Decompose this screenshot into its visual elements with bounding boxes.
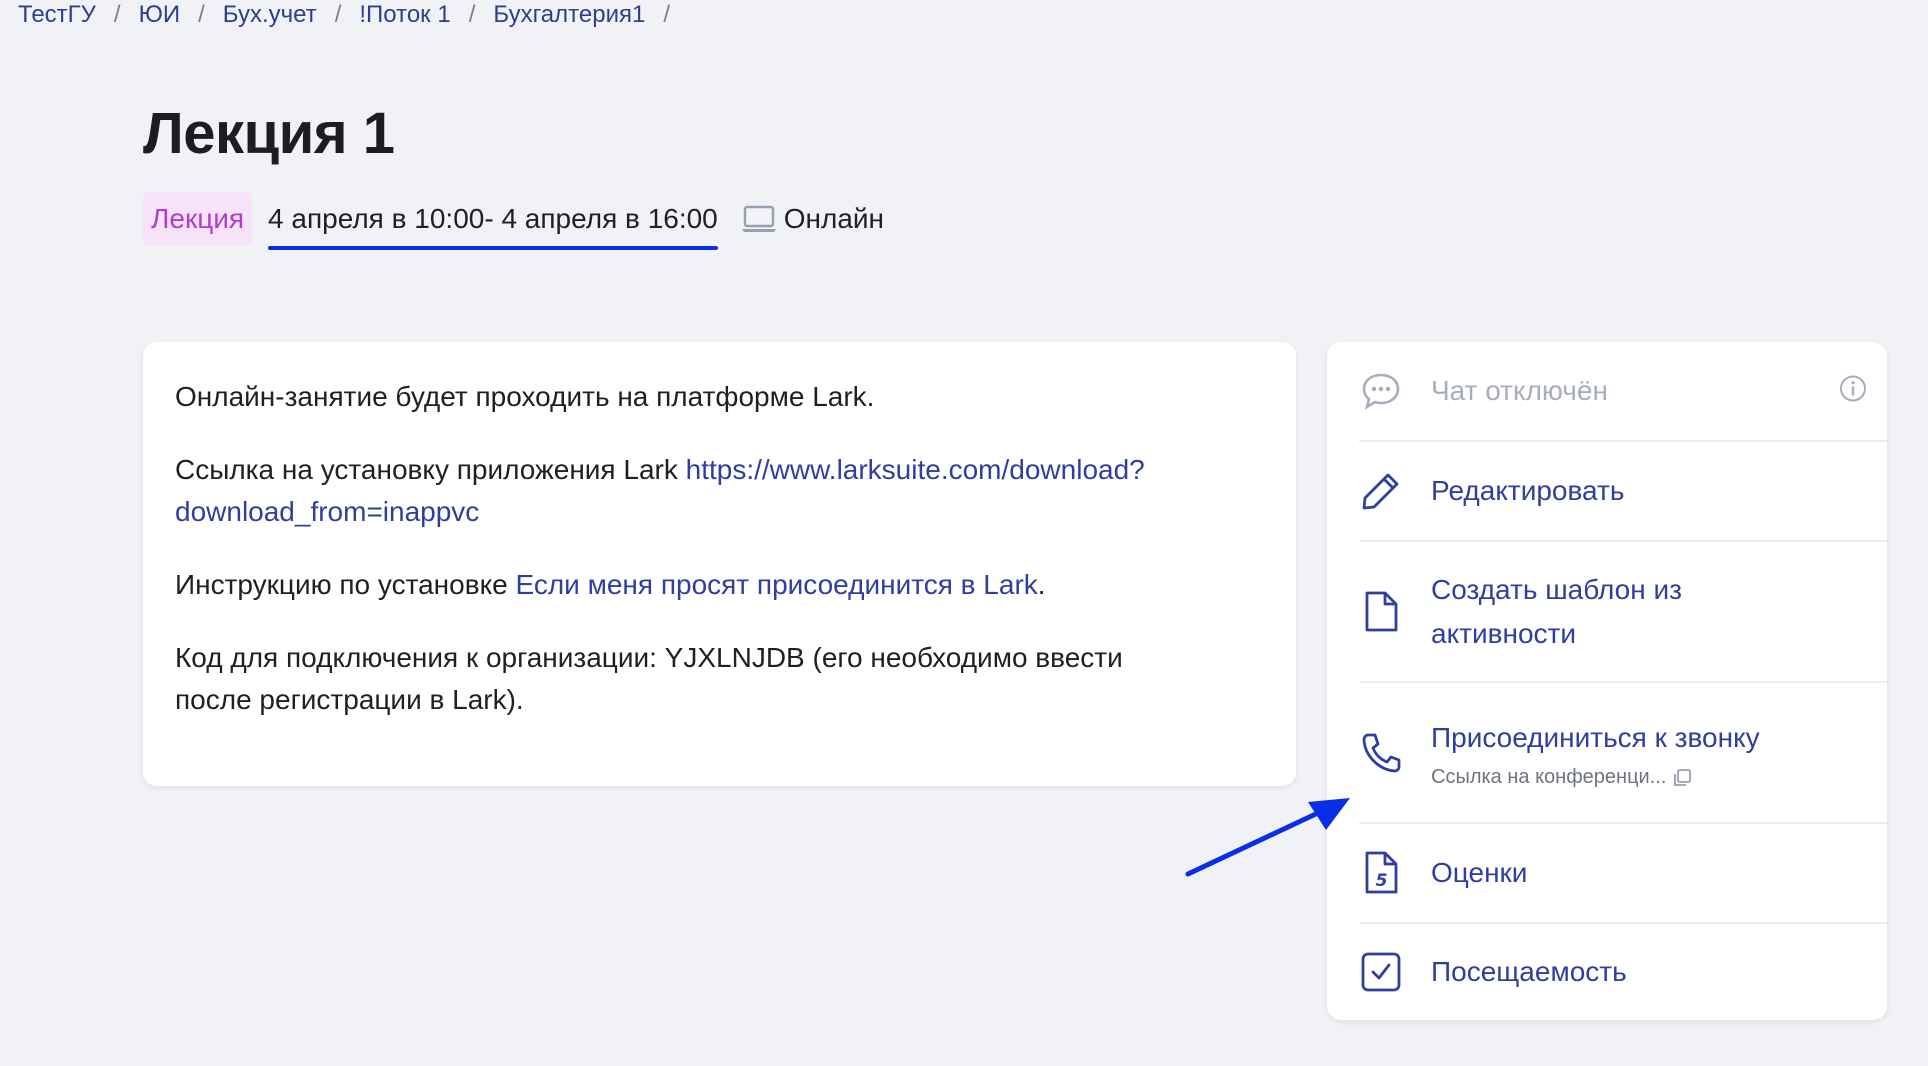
- conference-link-text: Ссылка на конференци...: [1431, 766, 1667, 788]
- create-template-button[interactable]: Создать шаблон из активности: [1359, 542, 1887, 683]
- description-text: Инструкцию по установке: [175, 569, 516, 600]
- lark-download-link[interactable]: https://www.larksuite.com/download?: [686, 454, 1145, 485]
- date-range-text: 4 апреля в 10:00- 4 апреля в 16:00: [268, 203, 718, 234]
- description-line: Онлайн-занятие будет проходить на платфо…: [175, 381, 875, 412]
- breadcrumb-separator: /: [468, 1, 476, 28]
- breadcrumb-item-buh[interactable]: Бух.учет: [223, 1, 317, 29]
- instructions-link[interactable]: Если меня просят присоединится в Lark: [515, 569, 1037, 600]
- join-call-item[interactable]: Присоединиться к звонку Ссылка на конфер…: [1359, 683, 1887, 824]
- grades-label: Оценки: [1431, 857, 1528, 888]
- edit-label: Редактировать: [1431, 475, 1625, 506]
- breadcrumb-item-yui[interactable]: ЮИ: [139, 1, 181, 29]
- grade-document-icon: 5: [1359, 851, 1403, 895]
- breadcrumb-separator: /: [334, 1, 342, 28]
- create-template-line1: Создать шаблон из: [1431, 573, 1682, 605]
- description-text: Ссылка на установку приложения Lark: [175, 454, 686, 485]
- breadcrumb-item-testgu[interactable]: ТестГУ: [18, 1, 96, 29]
- copy-icon[interactable]: [1672, 768, 1692, 788]
- description-text: Код для подключения к организации: YJXLN…: [175, 642, 1123, 673]
- phone-icon: [1359, 731, 1403, 775]
- event-meta: Лекция 4 апреля в 10:00- 4 апреля в 16:0…: [143, 192, 884, 250]
- laptop-icon: [741, 205, 776, 232]
- attendance-button[interactable]: Посещаемость: [1359, 924, 1887, 1020]
- attendance-label: Посещаемость: [1431, 956, 1627, 987]
- grades-button[interactable]: 5 Оценки: [1359, 824, 1887, 924]
- breadcrumb-separator: /: [198, 1, 205, 28]
- online-format: Онлайн: [740, 203, 884, 235]
- breadcrumb-separator: /: [113, 1, 121, 28]
- lark-download-link-cont[interactable]: download_from=inappvc: [175, 496, 479, 527]
- breadcrumb-item-accounting[interactable]: Бухгалтерия1: [493, 1, 645, 29]
- info-icon[interactable]: [1839, 375, 1867, 408]
- conference-link[interactable]: Ссылка на конференци...: [1431, 766, 1760, 789]
- description-code-paragraph: Код для подключения к организации: YJXLN…: [175, 637, 1264, 721]
- breadcrumb-separator: /: [663, 1, 670, 28]
- type-badge: Лекция: [143, 192, 253, 246]
- chat-bubble-icon: [1359, 369, 1403, 413]
- date-range: 4 апреля в 10:00- 4 апреля в 16:00: [268, 192, 718, 250]
- pencil-icon: [1359, 469, 1403, 513]
- description-install-link-paragraph: Ссылка на установку приложения Lark http…: [175, 449, 1264, 533]
- annotation-underline: [268, 246, 718, 250]
- checkbox-icon: [1359, 950, 1403, 994]
- annotation-arrow: [1185, 798, 1350, 877]
- join-call-content: Присоединиться к звонку Ссылка на конфер…: [1431, 716, 1760, 789]
- document-icon: [1359, 590, 1403, 634]
- breadcrumb: ТестГУ / ЮИ / Бух.учет / !Поток 1 / Бухг…: [18, 0, 688, 30]
- description-text: .: [1037, 569, 1046, 600]
- chat-disabled-label: Чат отключён: [1431, 375, 1608, 406]
- create-template-label: Создать шаблон из активности: [1431, 568, 1682, 656]
- create-template-line2: активности: [1431, 617, 1576, 649]
- actions-panel: Чат отключён Редактировать Создать шабло…: [1327, 342, 1887, 1020]
- join-call-label: Присоединиться к звонку: [1431, 722, 1760, 753]
- online-label: Онлайн: [783, 203, 885, 234]
- breadcrumb-item-stream[interactable]: !Поток 1: [359, 1, 450, 29]
- edit-button[interactable]: Редактировать: [1359, 442, 1887, 542]
- svg-text:5: 5: [1376, 871, 1388, 891]
- description-card: Онлайн-занятие будет проходить на платфо…: [143, 342, 1296, 786]
- description-instructions-paragraph: Инструкцию по установке Если меня просят…: [175, 564, 1264, 606]
- chat-disabled-item: Чат отключён: [1359, 342, 1887, 442]
- page-title: Лекция 1: [143, 101, 395, 166]
- description-text: после регистрации в Lark).: [175, 684, 524, 715]
